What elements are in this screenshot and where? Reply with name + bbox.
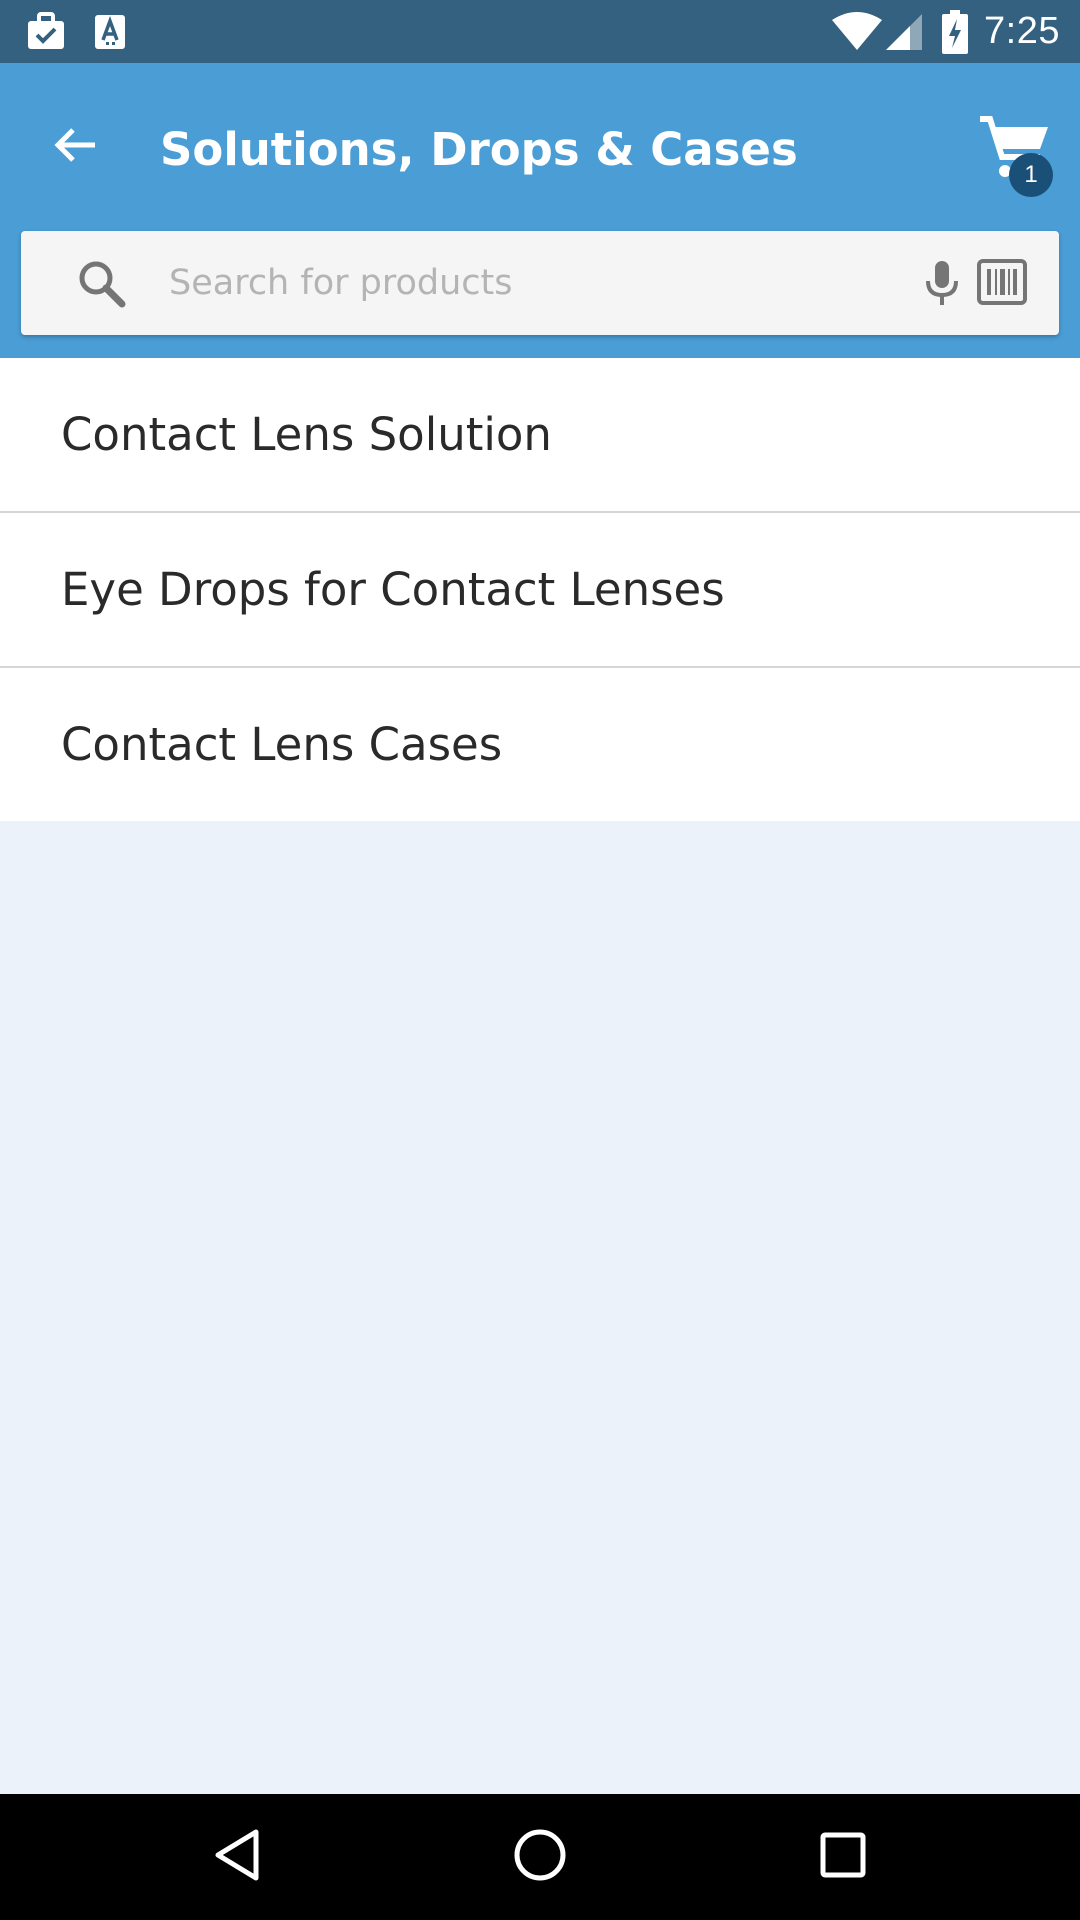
wifi-icon [832,0,882,63]
app-bar: Solutions, Drops & Cases 1 [0,63,1080,358]
search-bar [21,231,1059,335]
system-nav-bar [0,1794,1080,1920]
search-input[interactable] [147,231,887,335]
back-triangle-icon [210,1827,266,1888]
nav-recents-button[interactable] [805,1819,881,1895]
arrow-back-icon [51,121,99,174]
category-contact-lens-cases[interactable]: Contact Lens Cases [0,668,1080,821]
text-a-icon [94,0,126,63]
nav-home-button[interactable] [502,1819,578,1895]
category-eye-drops[interactable]: Eye Drops for Contact Lenses [0,513,1080,668]
back-button[interactable] [35,107,115,187]
search-icon[interactable] [76,258,128,310]
briefcase-check-icon [25,0,67,63]
battery-charging-icon [942,0,968,63]
nav-back-button[interactable] [200,1819,276,1895]
status-time: 7:25 [984,10,1060,52]
home-circle-icon [512,1827,568,1888]
barcode-icon[interactable] [976,256,1028,308]
cellular-signal-icon [886,0,922,63]
category-list: Contact Lens Solution Eye Drops for Cont… [0,358,1080,821]
cart-count-badge: 1 [1009,153,1053,197]
category-contact-lens-solution[interactable]: Contact Lens Solution [0,358,1080,513]
recents-square-icon [815,1827,871,1888]
status-bar: 7:25 [0,0,1080,63]
page-title: Solutions, Drops & Cases [160,123,798,176]
microphone-icon[interactable] [917,257,967,309]
